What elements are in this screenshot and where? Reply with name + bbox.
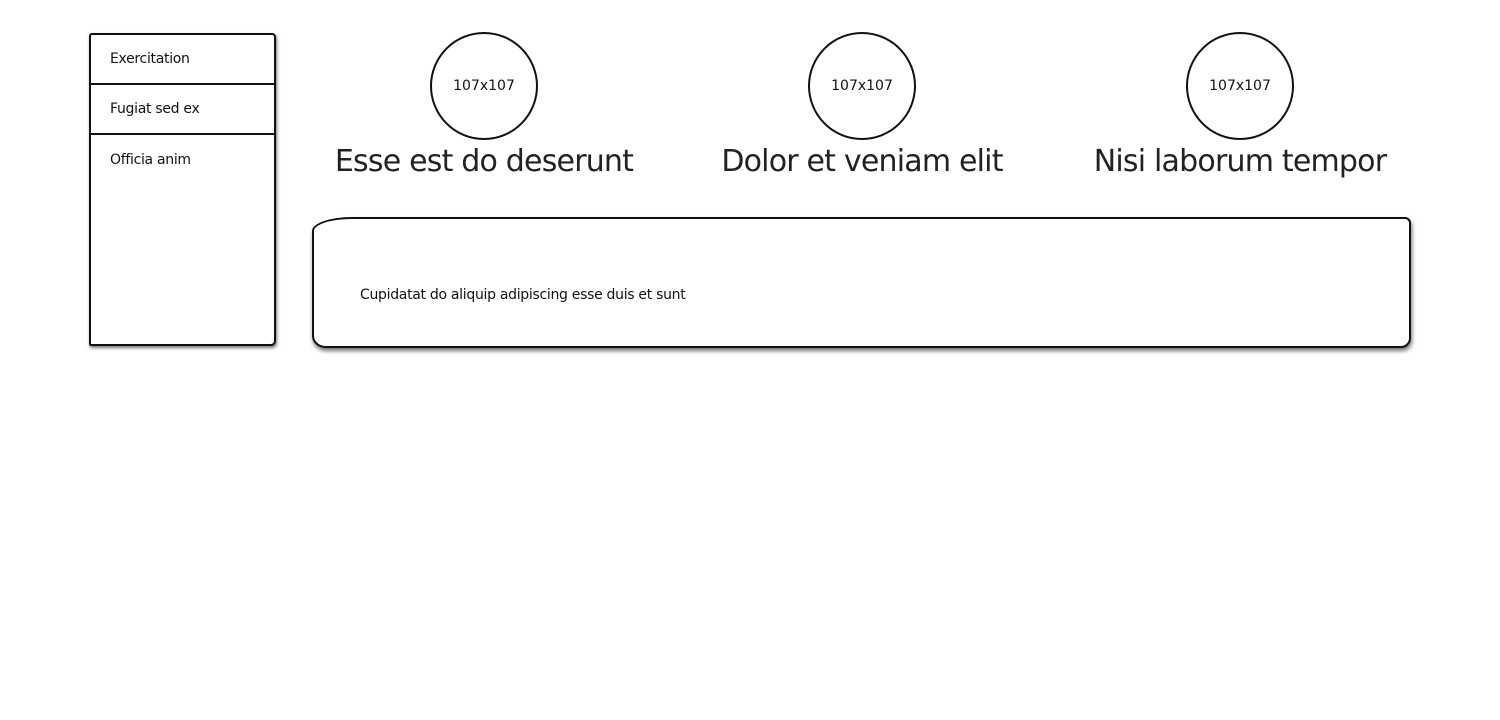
sidebar-item-officia-anim[interactable]: Officia anim — [91, 135, 274, 185]
image-placeholder: 107x107 — [430, 32, 538, 140]
feature-column-1: 107x107 Esse est do deserunt — [294, 32, 674, 182]
sidebar-nav: Exercitation Fugiat sed ex Officia anim — [89, 33, 276, 346]
feature-column-2: 107x107 Dolor et veniam elit — [672, 32, 1052, 182]
sidebar-item-label: Exercitation — [110, 51, 190, 67]
panel-text: Cupidatat do aliquip adipiscing esse dui… — [360, 287, 686, 303]
image-placeholder-label: 107x107 — [453, 78, 515, 94]
sidebar-item-label: Fugiat sed ex — [110, 101, 200, 117]
image-placeholder-label: 107x107 — [1209, 78, 1271, 94]
image-placeholder: 107x107 — [1186, 32, 1294, 140]
sidebar-item-fugiat-sed-ex[interactable]: Fugiat sed ex — [91, 85, 274, 135]
feature-column-3: 107x107 Nisi laborum tempor — [1050, 32, 1430, 182]
image-placeholder-label: 107x107 — [831, 78, 893, 94]
image-placeholder: 107x107 — [808, 32, 916, 140]
sidebar-item-exercitation[interactable]: Exercitation — [91, 35, 274, 85]
sidebar-item-label: Officia anim — [110, 152, 191, 168]
feature-heading: Nisi laborum tempor — [1093, 144, 1387, 179]
feature-heading: Esse est do deserunt — [334, 144, 634, 179]
feature-heading: Dolor et veniam elit — [721, 144, 1003, 179]
text-panel: Cupidatat do aliquip adipiscing esse dui… — [312, 217, 1411, 348]
